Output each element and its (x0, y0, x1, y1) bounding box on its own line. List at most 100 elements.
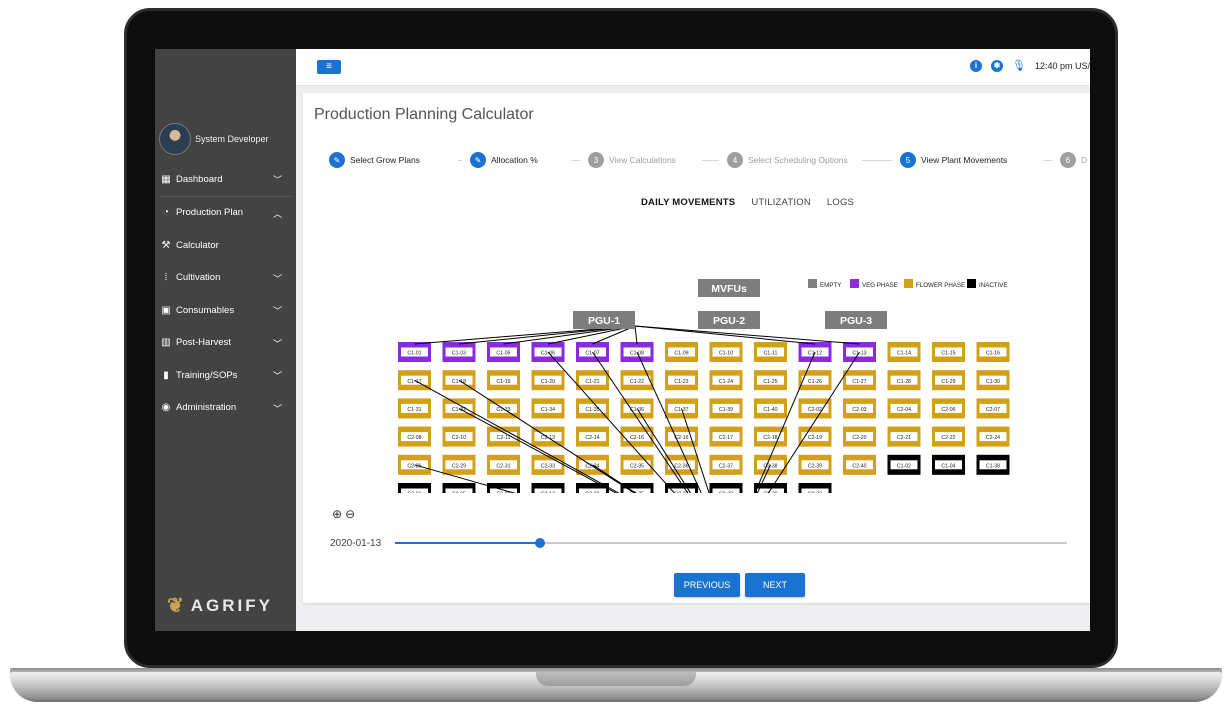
grow-cell[interactable]: C1-03 (442, 342, 476, 362)
grow-cell[interactable]: C1-02 (887, 454, 921, 475)
tab-utilization[interactable]: UTILIZATION (751, 197, 811, 208)
grow-cell[interactable]: C2-04 (887, 398, 921, 419)
pgu-3-unit[interactable]: PGU-3 (825, 311, 887, 329)
grow-cell[interactable]: C2-29 (442, 454, 476, 475)
microphone-icon[interactable]: 🎙 (1012, 59, 1026, 72)
previous-button[interactable]: PREVIOUS (674, 573, 740, 597)
grow-cell-id: C1-05 (496, 351, 510, 357)
sidebar-item-post-harvest[interactable]: ▥ Post-Harvest ﹀ (155, 327, 296, 360)
grow-cell[interactable]: C1-05 (487, 342, 520, 362)
grow-cell[interactable]: C1-04 (932, 454, 965, 475)
next-button[interactable]: NEXT (745, 573, 805, 597)
grow-cell[interactable]: C2-39 (798, 454, 832, 475)
grow-cell[interactable]: C2-37 (709, 454, 743, 475)
grow-cell[interactable]: C1-28 (887, 370, 921, 391)
sidebar-item-consumables[interactable]: ▣ Consumables ﹀ (155, 294, 296, 327)
grow-cell[interactable]: C1-31 (398, 398, 431, 419)
grow-cell[interactable]: C2-17 (709, 426, 743, 447)
grow-cell[interactable]: C2-16 (620, 426, 654, 447)
grow-cell[interactable]: C1-27 (843, 370, 876, 391)
grow-cell[interactable]: C2-08 (398, 426, 431, 447)
grow-cell[interactable]: C2-31 (487, 454, 520, 475)
movement-line (592, 351, 689, 493)
user-profile[interactable]: System Developer (159, 123, 269, 155)
grow-cell[interactable]: C1-40 (754, 398, 787, 419)
grow-cell-id: C1-12 (808, 351, 822, 357)
grow-cell[interactable]: C2-05 (442, 483, 476, 493)
timeline-slider-thumb[interactable] (535, 538, 546, 548)
step-3[interactable]: 3 View Calculations (588, 152, 676, 168)
grow-cell[interactable]: C2-09 (487, 483, 520, 493)
grow-cell[interactable]: C1-29 (932, 370, 965, 391)
info-icon[interactable]: i (970, 59, 982, 72)
step-6[interactable]: 6D (1060, 152, 1087, 168)
bug-icon[interactable]: ✱ (991, 59, 1003, 72)
grow-cell[interactable]: C1-15 (932, 342, 965, 362)
grow-cell[interactable]: C2-01 (398, 483, 431, 493)
step-1[interactable]: ✎ Select Grow Plans (329, 152, 420, 168)
grow-cell[interactable]: C2-32 (798, 483, 832, 493)
grow-unit-grid: C1-01 C1-03 C1-05 C1-06 C1-07 C1-08 C1-09 C1-10… (398, 342, 1010, 493)
grow-cell[interactable]: C2-22 (932, 426, 965, 447)
grow-cell[interactable]: C1-38 (976, 454, 1010, 475)
grow-cell[interactable]: C1-22 (620, 370, 654, 391)
grow-cell[interactable]: C1-19 (487, 370, 520, 391)
tab-daily-movements[interactable]: DAILY MOVEMENTS (641, 197, 735, 208)
grow-cell[interactable]: C1-11 (754, 342, 787, 362)
palette-icon: ◉ (161, 402, 171, 414)
grow-cell[interactable]: C1-01 (398, 342, 431, 362)
grow-cell[interactable]: C2-40 (843, 454, 876, 475)
grow-cell[interactable]: C2-36 (665, 454, 698, 475)
grow-cell[interactable]: C1-16 (976, 342, 1010, 362)
grow-cell[interactable]: C2-25 (620, 483, 654, 493)
pgu-2-unit[interactable]: PGU-2 (698, 311, 760, 329)
mvfus-unit[interactable]: MVFUs (698, 279, 760, 297)
sidebar-item-dashboard[interactable]: ▦ Dashboard ﹀ (155, 163, 296, 196)
grow-cell[interactable]: C2-19 (798, 426, 832, 447)
grow-cell[interactable]: C1-21 (576, 370, 609, 391)
grow-cell[interactable]: C2-03 (843, 398, 876, 419)
step-5[interactable]: 5 View Plant Movements (900, 152, 1007, 168)
grow-cell-id: C2-23 (585, 492, 599, 493)
grow-cell[interactable]: C1-30 (976, 370, 1010, 391)
grow-cell[interactable]: C2-10 (442, 426, 476, 447)
pgu-1-unit[interactable]: PGU-1 (573, 311, 635, 329)
grow-cell[interactable]: C2-24 (976, 426, 1010, 447)
grow-cell[interactable]: C2-28 (709, 483, 743, 493)
step-4[interactable]: 4 Select Scheduling Options (727, 152, 848, 168)
grow-cell[interactable]: C1-09 (665, 342, 698, 362)
grow-cell[interactable]: C1-24 (709, 370, 743, 391)
grow-cell[interactable]: C2-12 (531, 483, 565, 493)
grow-cell[interactable]: C2-33 (531, 454, 565, 475)
zoom-out-icon[interactable]: ⊖ (345, 507, 355, 521)
grow-cell[interactable]: C2-26 (398, 454, 431, 475)
grow-cell[interactable]: C1-25 (754, 370, 787, 391)
sidebar-item-cultivation[interactable]: ⦙ Cultivation ﹀ (155, 262, 296, 295)
grow-cell[interactable]: C2-14 (576, 426, 609, 447)
grow-cell[interactable]: C2-07 (976, 398, 1010, 419)
tab-logs[interactable]: LOGS (827, 197, 854, 208)
grow-cell[interactable]: C1-20 (531, 370, 565, 391)
grow-cell[interactable]: C2-02 (798, 398, 832, 419)
grow-cell-id: C2-16 (630, 435, 644, 441)
grow-cell[interactable]: C2-21 (887, 426, 921, 447)
sidebar-item-training-sops[interactable]: ▮ Training/SOPs ﹀ (155, 359, 296, 392)
menu-toggle-button[interactable]: ≡ (317, 60, 341, 74)
grow-cell[interactable]: C2-06 (932, 398, 965, 419)
grow-cell[interactable]: C1-14 (887, 342, 921, 362)
timeline-slider[interactable] (395, 538, 1067, 548)
grow-cell[interactable]: C1-10 (709, 342, 743, 362)
grow-cell[interactable]: C2-20 (843, 426, 876, 447)
sidebar-item-calculator[interactable]: ⚒ Calculator (155, 229, 296, 262)
sidebar-item-administration[interactable]: ◉ Administration ﹀ (155, 392, 296, 425)
step-2[interactable]: ✎ Allocation % (470, 152, 538, 168)
grow-cell[interactable]: C1-39 (709, 398, 743, 419)
top-bar: ≡ i ✱ 🎙 12:40 pm US/ (296, 49, 1090, 86)
grow-cell[interactable]: C1-23 (665, 370, 698, 391)
grow-cell[interactable]: C1-34 (531, 398, 565, 419)
zoom-in-icon[interactable]: ⊕ (332, 507, 342, 521)
chevron-down-icon: ﹀ (272, 338, 282, 349)
avatar[interactable] (159, 123, 191, 155)
pgu-2-unit-label: PGU-2 (713, 315, 745, 327)
sidebar-item-production-plan[interactable]: ◔ Production Plan ︿ (155, 197, 296, 230)
